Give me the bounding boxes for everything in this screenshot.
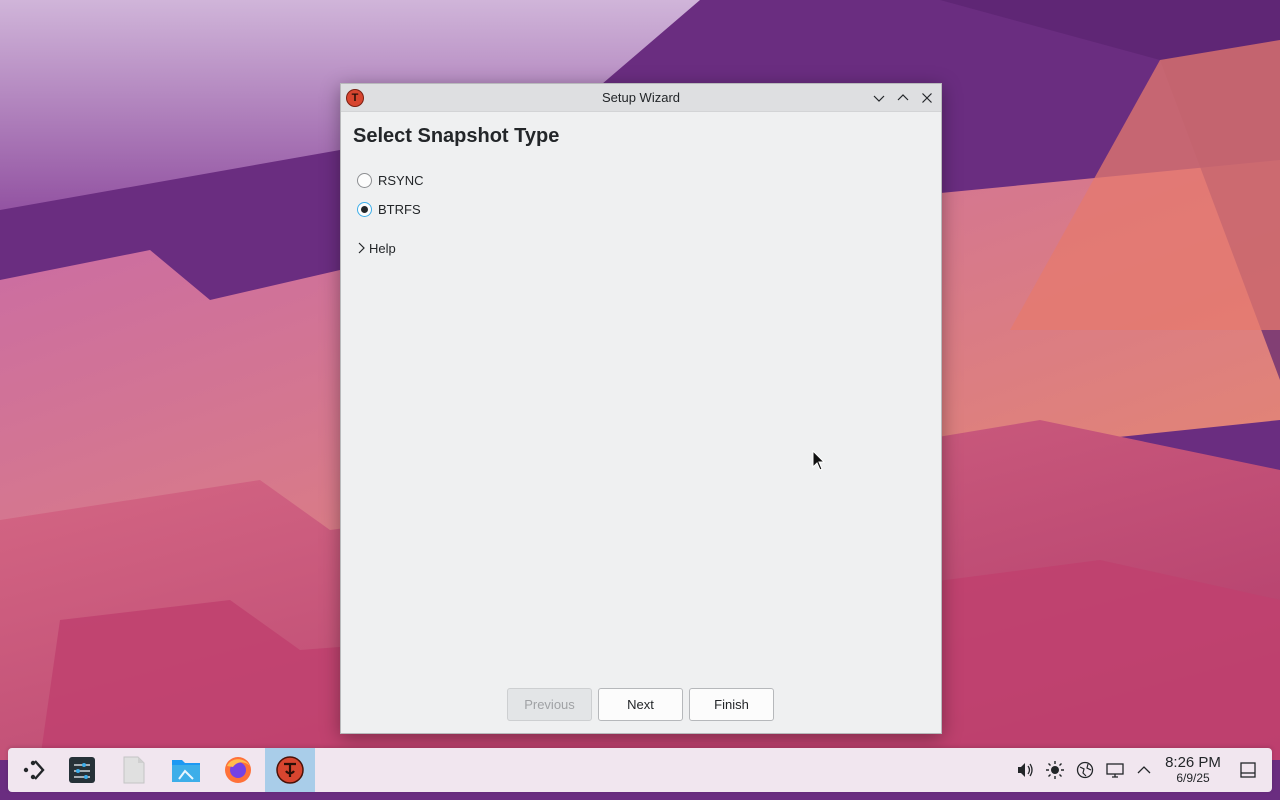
setup-wizard-window: T Setup Wizard Select Snapshot Type RSYN… <box>340 83 942 734</box>
task-system-settings[interactable] <box>57 748 107 792</box>
task-firefox[interactable] <box>213 748 263 792</box>
maximize-button[interactable] <box>894 89 912 107</box>
mouse-cursor-icon <box>812 450 826 471</box>
tray-expand-icon <box>1137 766 1151 774</box>
title-bar[interactable]: T Setup Wizard <box>341 84 941 112</box>
next-button[interactable]: Next <box>598 688 683 721</box>
file-manager-icon <box>172 760 200 782</box>
minimize-button[interactable] <box>870 89 888 107</box>
timeshift-icon <box>276 756 304 784</box>
application-launcher-icon <box>23 760 45 780</box>
btrfs-radio[interactable] <box>357 201 372 217</box>
task-timeshift[interactable] <box>265 748 315 792</box>
show-desktop-button[interactable] <box>1235 748 1261 792</box>
network-icon <box>1076 761 1094 779</box>
option-rsync[interactable]: RSYNC <box>357 171 424 189</box>
tray-volume[interactable] <box>1012 748 1038 792</box>
show-desktop-icon <box>1240 762 1256 778</box>
close-icon <box>922 93 932 103</box>
text-document-icon <box>123 756 145 784</box>
tray-network[interactable] <box>1072 748 1098 792</box>
option-btrfs[interactable]: BTRFS <box>357 200 421 218</box>
help-expander[interactable]: Help <box>357 240 396 256</box>
clock-date: 6/9/25 <box>1176 771 1210 785</box>
help-label: Help <box>369 240 396 256</box>
btrfs-label[interactable]: BTRFS <box>378 202 421 217</box>
previous-button[interactable]: Previous <box>507 688 592 721</box>
firefox-icon <box>225 757 251 783</box>
system-settings-icon <box>69 757 95 783</box>
volume-icon <box>1018 763 1033 777</box>
application-launcher[interactable] <box>9 748 59 792</box>
tray-expand[interactable] <box>1131 748 1157 792</box>
minimize-icon <box>873 95 885 102</box>
tray-display[interactable] <box>1102 748 1128 792</box>
clock-time: 8:26 PM <box>1165 754 1221 771</box>
window-title: Setup Wizard <box>601 90 681 105</box>
clock[interactable]: 8:26 PM 6/9/25 <box>1160 754 1226 786</box>
chevron-right-icon <box>358 242 365 254</box>
task-file-manager[interactable] <box>161 748 211 792</box>
tray-brightness[interactable] <box>1042 748 1068 792</box>
page-heading: Select Snapshot Type <box>353 125 560 147</box>
close-button[interactable] <box>918 89 936 107</box>
maximize-icon <box>897 94 909 101</box>
taskbar: 8:26 PM 6/9/25 <box>8 748 1272 792</box>
rsync-label[interactable]: RSYNC <box>378 173 424 188</box>
rsync-radio[interactable] <box>357 172 372 188</box>
finish-button[interactable]: Finish <box>689 688 774 721</box>
task-text-document[interactable] <box>109 748 159 792</box>
brightness-icon <box>1046 761 1064 779</box>
display-icon <box>1106 763 1124 778</box>
